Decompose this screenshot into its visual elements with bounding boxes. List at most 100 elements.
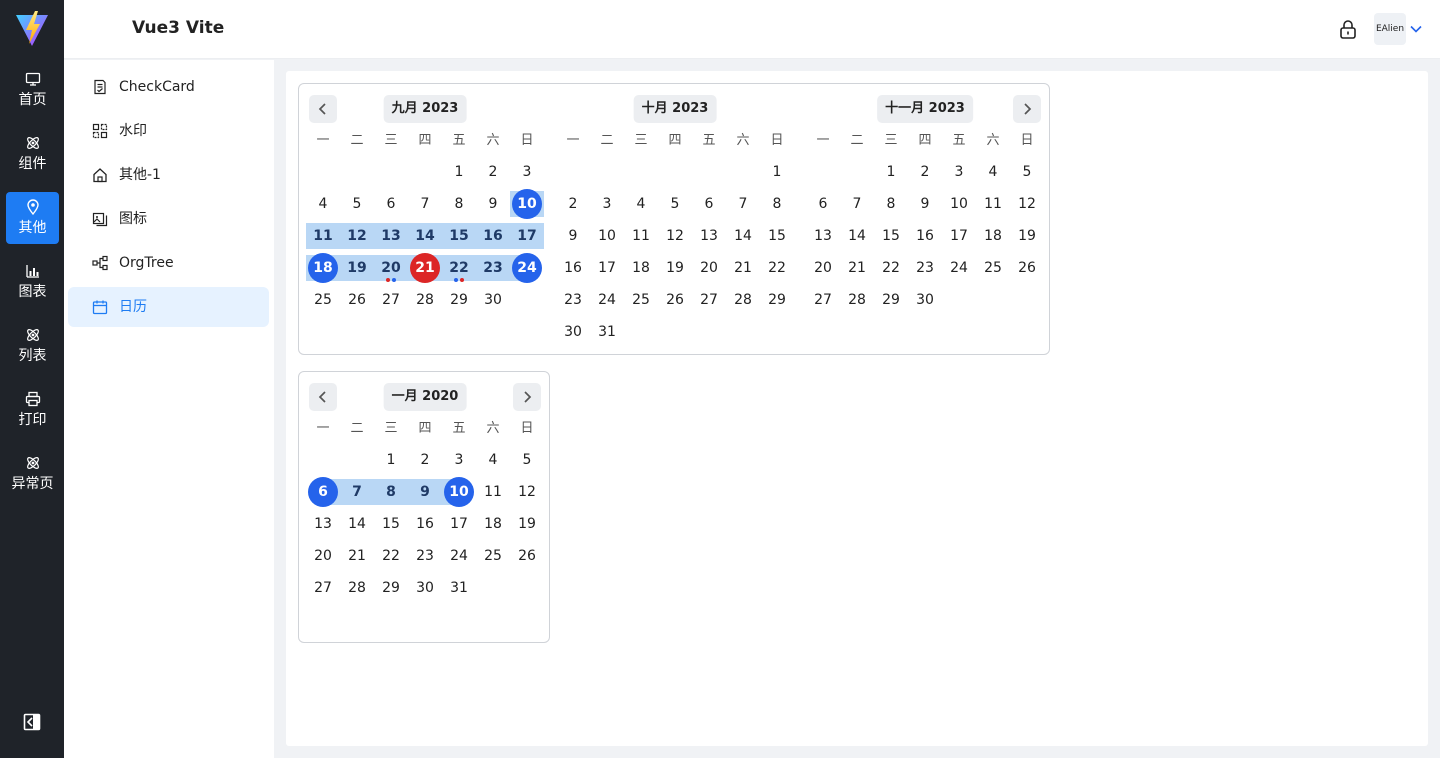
day-cell[interactable]: 26	[1012, 253, 1042, 283]
day-cell[interactable]: 15	[876, 221, 906, 251]
day-cell[interactable]: 4	[626, 189, 656, 219]
day-cell[interactable]: 10	[592, 221, 622, 251]
day-cell[interactable]: 7	[410, 189, 440, 219]
day-cell[interactable]: 15	[444, 221, 474, 251]
day-cell[interactable]: 31	[444, 573, 474, 603]
day-cell[interactable]: 15	[762, 221, 792, 251]
day-cell[interactable]: 6	[308, 477, 338, 507]
day-cell[interactable]: 16	[910, 221, 940, 251]
submenu-item-1[interactable]: 水印	[68, 111, 269, 151]
day-cell[interactable]: 10	[444, 477, 474, 507]
day-cell[interactable]: 24	[592, 285, 622, 315]
day-cell[interactable]: 19	[342, 253, 372, 283]
day-cell[interactable]: 27	[376, 285, 406, 315]
day-cell[interactable]: 21	[410, 253, 440, 283]
day-cell[interactable]: 16	[478, 221, 508, 251]
day-cell[interactable]: 28	[842, 285, 872, 315]
next-month-button[interactable]	[1013, 95, 1041, 123]
day-cell[interactable]: 7	[842, 189, 872, 219]
day-cell[interactable]: 14	[728, 221, 758, 251]
day-cell[interactable]: 20	[308, 541, 338, 571]
rail-item-0[interactable]: 首页	[6, 64, 59, 116]
day-cell[interactable]: 11	[478, 477, 508, 507]
day-cell[interactable]: 22	[876, 253, 906, 283]
day-cell[interactable]: 22	[376, 541, 406, 571]
vite-logo-icon[interactable]	[14, 10, 50, 50]
day-cell[interactable]: 1	[444, 157, 474, 187]
day-cell[interactable]: 18	[978, 221, 1008, 251]
day-cell[interactable]: 8	[762, 189, 792, 219]
day-cell[interactable]: 25	[308, 285, 338, 315]
submenu-item-0[interactable]: CheckCard	[68, 67, 269, 107]
day-cell[interactable]: 24	[444, 541, 474, 571]
day-cell[interactable]: 13	[308, 509, 338, 539]
day-cell[interactable]: 4	[308, 189, 338, 219]
day-cell[interactable]: 17	[944, 221, 974, 251]
rail-item-6[interactable]: 异常页	[6, 448, 59, 500]
day-cell[interactable]: 1	[876, 157, 906, 187]
day-cell[interactable]: 13	[376, 221, 406, 251]
day-cell[interactable]: 13	[808, 221, 838, 251]
day-cell[interactable]: 28	[728, 285, 758, 315]
rail-item-5[interactable]: 打印	[6, 384, 59, 436]
day-cell[interactable]: 23	[558, 285, 588, 315]
lock-icon[interactable]	[1339, 19, 1357, 39]
day-cell[interactable]: 8	[376, 477, 406, 507]
day-cell[interactable]: 19	[1012, 221, 1042, 251]
day-cell[interactable]: 2	[410, 445, 440, 475]
day-cell[interactable]: 30	[910, 285, 940, 315]
day-cell[interactable]: 5	[660, 189, 690, 219]
day-cell[interactable]: 3	[444, 445, 474, 475]
day-cell[interactable]: 22	[444, 253, 474, 283]
day-cell[interactable]: 10	[512, 189, 542, 219]
day-cell[interactable]: 18	[308, 253, 338, 283]
day-cell[interactable]: 14	[842, 221, 872, 251]
submenu-item-4[interactable]: OrgTree	[68, 243, 269, 283]
day-cell[interactable]: 12	[660, 221, 690, 251]
day-cell[interactable]: 18	[478, 509, 508, 539]
day-cell[interactable]: 12	[1012, 189, 1042, 219]
month-title[interactable]: 九月 2023	[383, 95, 467, 123]
day-cell[interactable]: 11	[626, 221, 656, 251]
day-cell[interactable]: 5	[342, 189, 372, 219]
day-cell[interactable]: 4	[978, 157, 1008, 187]
day-cell[interactable]: 30	[478, 285, 508, 315]
submenu-item-2[interactable]: 其他-1	[68, 155, 269, 195]
chevron-down-icon[interactable]	[1409, 22, 1423, 36]
day-cell[interactable]: 6	[694, 189, 724, 219]
day-cell[interactable]: 30	[558, 317, 588, 347]
day-cell[interactable]: 1	[762, 157, 792, 187]
day-cell[interactable]: 23	[910, 253, 940, 283]
day-cell[interactable]: 3	[512, 157, 542, 187]
submenu-item-5[interactable]: 日历	[68, 287, 269, 327]
day-cell[interactable]: 4	[478, 445, 508, 475]
submenu-item-3[interactable]: 图标	[68, 199, 269, 239]
day-cell[interactable]: 17	[592, 253, 622, 283]
day-cell[interactable]: 30	[410, 573, 440, 603]
day-cell[interactable]: 5	[1012, 157, 1042, 187]
day-cell[interactable]: 11	[308, 221, 338, 251]
day-cell[interactable]: 28	[342, 573, 372, 603]
day-cell[interactable]: 9	[410, 477, 440, 507]
day-cell[interactable]: 10	[944, 189, 974, 219]
day-cell[interactable]: 21	[728, 253, 758, 283]
day-cell[interactable]: 17	[512, 221, 542, 251]
day-cell[interactable]: 18	[626, 253, 656, 283]
day-cell[interactable]: 17	[444, 509, 474, 539]
day-cell[interactable]: 20	[376, 253, 406, 283]
rail-item-1[interactable]: 组件	[6, 128, 59, 180]
day-cell[interactable]: 7	[342, 477, 372, 507]
day-cell[interactable]: 21	[842, 253, 872, 283]
prev-month-button[interactable]	[309, 95, 337, 123]
rail-item-4[interactable]: 列表	[6, 320, 59, 372]
day-cell[interactable]: 25	[626, 285, 656, 315]
rail-item-3[interactable]: 图表	[6, 256, 59, 308]
day-cell[interactable]: 13	[694, 221, 724, 251]
day-cell[interactable]: 20	[694, 253, 724, 283]
day-cell[interactable]: 24	[512, 253, 542, 283]
day-cell[interactable]: 1	[376, 445, 406, 475]
prev-month-button[interactable]	[309, 383, 337, 411]
day-cell[interactable]: 27	[808, 285, 838, 315]
day-cell[interactable]: 29	[876, 285, 906, 315]
day-cell[interactable]: 23	[410, 541, 440, 571]
